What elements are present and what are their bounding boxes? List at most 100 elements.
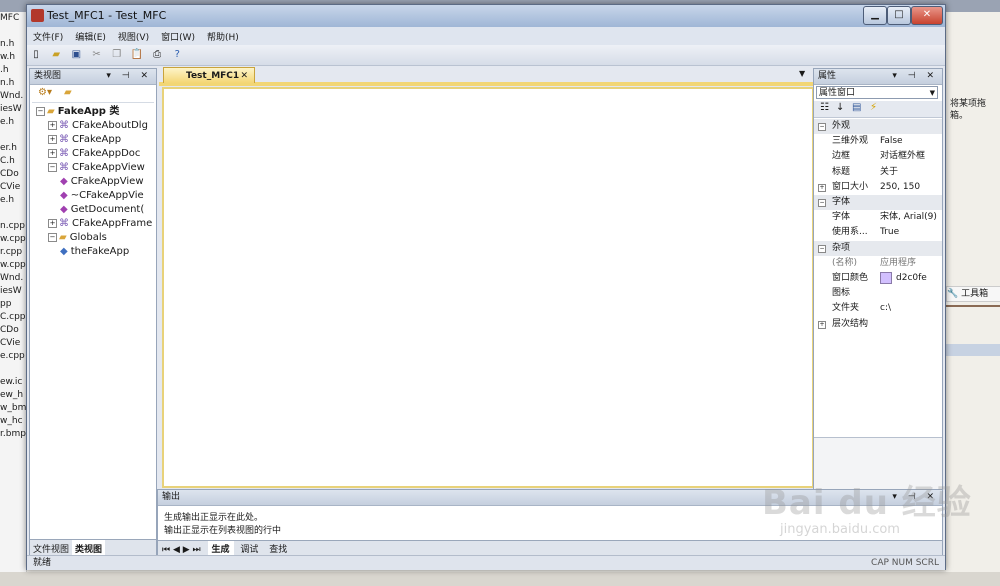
- property-row[interactable]: + 窗口大小 250, 150: [814, 180, 942, 195]
- properties-toolbar: ☷ ↓ ▤ ⚡: [814, 101, 942, 118]
- help-icon[interactable]: ?: [170, 48, 184, 62]
- expand-icon[interactable]: +: [48, 134, 57, 144]
- expand-icon[interactable]: +: [48, 148, 57, 158]
- document-tab[interactable]: Test_MFC1 ✕: [163, 67, 255, 83]
- pane-controls[interactable]: ▾ ⊣ ✕: [892, 69, 938, 84]
- tree-item[interactable]: + ⌘ CFakeAboutDlg: [48, 119, 148, 133]
- property-pages-icon[interactable]: ▤: [852, 102, 861, 113]
- tree-item-label: CFakeApp: [72, 134, 122, 145]
- property-category[interactable]: − 杂项: [814, 240, 942, 256]
- class-icon: ⌘: [59, 218, 69, 229]
- background-file-entry: C.cpp: [0, 312, 26, 322]
- property-value[interactable]: 关于: [880, 165, 940, 180]
- tree-item[interactable]: − ⌘ CFakeAppView: [48, 161, 145, 175]
- maximize-button[interactable]: □: [887, 6, 911, 25]
- background-file-entry: ew.ic: [0, 377, 23, 387]
- collapse-icon[interactable]: −: [818, 199, 826, 207]
- tree-item[interactable]: + ⌘ CFakeAppDoc: [48, 147, 140, 161]
- tree-item[interactable]: − ▰ Globals: [48, 231, 107, 245]
- menu-item[interactable]: 文件(F): [27, 27, 69, 46]
- alphabetical-icon[interactable]: ↓: [836, 102, 844, 113]
- tree-item-label: CFakeAboutDlg: [72, 120, 148, 131]
- print-icon[interactable]: ⎙: [150, 48, 164, 62]
- tree-item[interactable]: ◆ CFakeAppView: [60, 175, 144, 189]
- property-row[interactable]: 三维外观 False: [814, 134, 942, 149]
- categorized-icon[interactable]: ☷: [820, 102, 829, 113]
- open-folder-icon[interactable]: ▰: [49, 48, 63, 62]
- property-value[interactable]: 250, 150: [880, 180, 940, 195]
- status-bar: 就绪 CAP NUM SCRL: [27, 555, 945, 570]
- collapse-icon[interactable]: −: [48, 232, 57, 242]
- property-value[interactable]: 对话框外框: [880, 149, 940, 164]
- background-file-entry: w.cpp: [0, 260, 26, 270]
- title-bar[interactable]: Test_MFC1 - Test_MFC ▁ □ ✕: [27, 5, 945, 27]
- class-icon: ⌘: [59, 120, 69, 131]
- property-row[interactable]: 字体 宋体, Arial(9): [814, 210, 942, 225]
- document-area[interactable]: [162, 87, 814, 488]
- tree-item[interactable]: + ⌘ CFakeAppFrame: [48, 217, 152, 231]
- property-row[interactable]: 图标: [814, 286, 942, 301]
- property-value[interactable]: False: [880, 134, 940, 149]
- properties-selector[interactable]: 属性窗口 ▼: [816, 86, 938, 99]
- property-row[interactable]: 边框 对话框外框: [814, 149, 942, 164]
- tree-item[interactable]: ◆ theFakeApp: [60, 245, 129, 259]
- property-value[interactable]: c:\: [880, 301, 940, 316]
- menu-item[interactable]: 编辑(E): [69, 27, 112, 46]
- copy-icon[interactable]: ❐: [110, 48, 124, 62]
- tree-item[interactable]: + ⌘ CFakeApp: [48, 133, 121, 147]
- property-value[interactable]: 宋体, Arial(9): [880, 210, 940, 225]
- class-icon: ⌘: [59, 162, 69, 173]
- property-row[interactable]: 窗口颜色 d2c0fe: [814, 271, 942, 286]
- cut-icon[interactable]: ✂: [90, 48, 104, 62]
- expand-icon[interactable]: +: [48, 120, 57, 130]
- background-file-entry: Wnd.: [0, 273, 24, 283]
- new-file-icon[interactable]: ▯: [29, 48, 43, 62]
- property-category[interactable]: − 外观: [814, 119, 942, 134]
- property-value[interactable]: True: [880, 225, 940, 240]
- property-key: 文件夹: [832, 303, 860, 314]
- properties-selector-value: 属性窗口: [819, 88, 856, 98]
- close-tab-icon[interactable]: ✕: [240, 68, 248, 84]
- menu-item[interactable]: 视图(V): [112, 27, 155, 46]
- tree-item-label: theFakeApp: [70, 246, 130, 257]
- minimize-button[interactable]: ▁: [863, 6, 887, 25]
- property-row[interactable]: 文件夹 c:\: [814, 301, 942, 316]
- property-row[interactable]: (名称) 应用程序: [814, 256, 942, 271]
- tab-dropdown-icon[interactable]: ▼: [799, 69, 805, 78]
- tree-item[interactable]: ◆ ~CFakeAppVie: [60, 189, 144, 203]
- toolbox-tab[interactable]: 🔧 工具箱: [946, 286, 1000, 302]
- save-icon[interactable]: ▣: [69, 48, 83, 62]
- close-button[interactable]: ✕: [911, 6, 943, 25]
- property-row[interactable]: 标题 关于: [814, 165, 942, 180]
- tree-item[interactable]: ◆ GetDocument(: [60, 203, 144, 217]
- property-value[interactable]: d2c0fe: [880, 271, 940, 286]
- tree-item[interactable]: − ▰ FakeApp 类: [36, 105, 119, 119]
- output-tab-debug[interactable]: 调试: [236, 541, 262, 556]
- collapse-icon[interactable]: −: [818, 123, 826, 131]
- menu-item[interactable]: 窗口(W): [155, 27, 201, 46]
- paste-icon[interactable]: 📋: [130, 48, 144, 62]
- collapse-icon[interactable]: −: [36, 106, 45, 116]
- class-view-settings-icon[interactable]: ⚙▾: [38, 87, 52, 98]
- collapse-icon[interactable]: −: [48, 162, 57, 172]
- output-tab-build[interactable]: 生成: [207, 541, 234, 556]
- expand-icon[interactable]: +: [818, 320, 826, 329]
- property-row[interactable]: 使用系... True: [814, 225, 942, 240]
- output-tab-find[interactable]: 查找: [265, 541, 291, 556]
- events-icon[interactable]: ⚡: [870, 102, 877, 113]
- expand-icon[interactable]: +: [818, 183, 826, 192]
- property-category[interactable]: − 字体: [814, 195, 942, 210]
- expand-icon[interactable]: +: [48, 218, 57, 228]
- menu-item[interactable]: 帮助(H): [201, 27, 245, 46]
- collapse-icon[interactable]: −: [818, 244, 826, 253]
- property-row[interactable]: + 层次结构: [814, 317, 942, 332]
- background-file-entry: .h: [0, 65, 9, 75]
- new-folder-icon[interactable]: ▰: [64, 87, 72, 98]
- maximize-icon: □: [894, 9, 904, 20]
- document-tabstrip: [159, 82, 815, 86]
- property-key: 图标: [832, 288, 851, 299]
- toolbox-label: 工具箱: [961, 289, 989, 299]
- property-value[interactable]: 应用程序: [880, 256, 940, 271]
- pane-controls[interactable]: ▾ ⊣ ✕: [106, 69, 152, 84]
- property-key: 边框: [832, 151, 851, 162]
